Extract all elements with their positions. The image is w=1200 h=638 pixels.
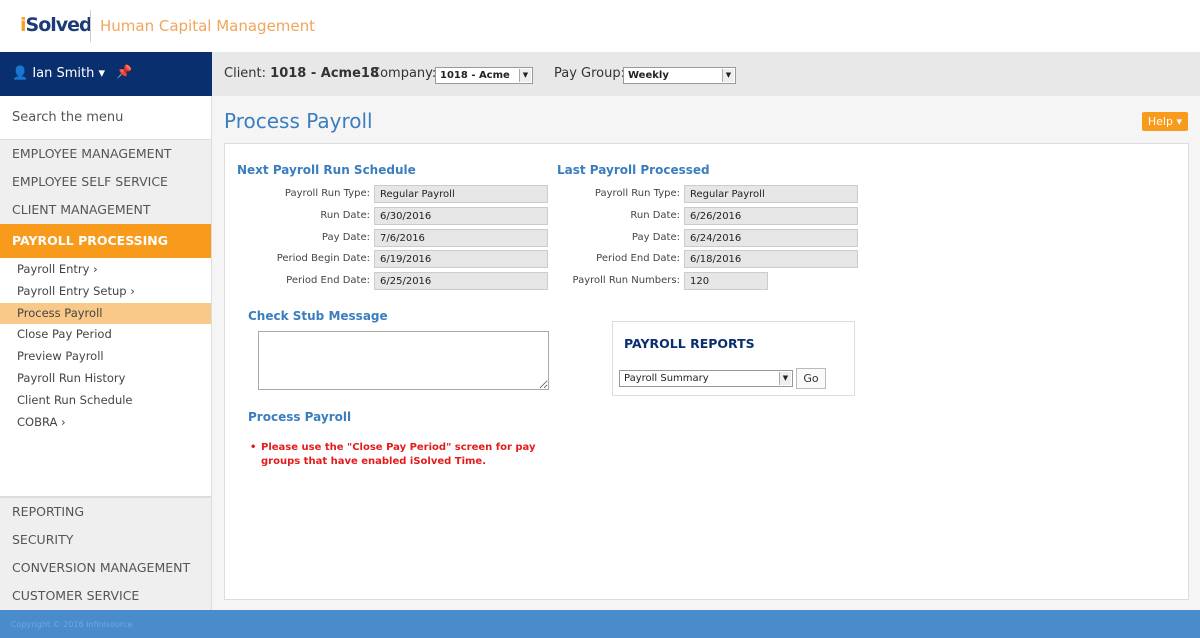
- bullet-icon: •: [250, 442, 257, 453]
- field-label: Payroll Run Numbers:: [572, 275, 680, 286]
- field-value: 120: [684, 272, 768, 290]
- sidebar-subitem[interactable]: Close Pay Period: [0, 324, 211, 346]
- footer-copyright: Copyright © 2016 Infinisource: [0, 610, 1200, 638]
- sidebar-bottom-items: REPORTING SECURITY CONVERSION MANAGEMENT CU…: [0, 496, 211, 610]
- dropdown-arrow-icon: ▼: [519, 69, 531, 82]
- warning-message: • Please use the "Close Pay Period" scree…: [250, 441, 551, 469]
- sidebar-subitem[interactable]: Payroll Run History: [0, 368, 211, 390]
- content-panel: Next Payroll Run Schedule Last Payroll P…: [224, 143, 1189, 600]
- field-value: 6/24/2016: [684, 229, 858, 247]
- check-stub-heading: Check Stub Message: [248, 309, 388, 323]
- sidebar: Search the menu EMPLOYEE MANAGEMENT EMPLO…: [0, 96, 212, 610]
- field-row: Period End Date: 6/18/2016: [225, 250, 925, 268]
- company-value: 1018 - Acme: [440, 70, 510, 81]
- field-label: Period End Date:: [596, 253, 680, 264]
- sidebar-subitem[interactable]: Client Run Schedule: [0, 390, 211, 412]
- page-title: Process Payroll: [224, 109, 373, 133]
- dropdown-arrow-icon: ▼: [722, 69, 734, 82]
- user-bar: 👤 Ian Smith ▾ 📌: [0, 52, 212, 96]
- company-select[interactable]: 1018 - Acme ▼: [435, 67, 533, 84]
- divider: [90, 10, 91, 42]
- paygroup-select[interactable]: Weekly ▼: [623, 67, 736, 84]
- paygroup-label: Pay Group:: [554, 66, 626, 81]
- warning-text: Please use the "Close Pay Period" screen…: [261, 442, 536, 467]
- user-menu[interactable]: 👤 Ian Smith ▾: [12, 66, 105, 81]
- menu-search-input[interactable]: Search the menu: [0, 96, 211, 140]
- tagline: Human Capital Management: [100, 17, 316, 35]
- field-label: Run Date:: [630, 210, 680, 221]
- sidebar-item[interactable]: CUSTOMER SERVICE: [0, 582, 211, 610]
- sidebar-item[interactable]: CONVERSION MANAGEMENT: [0, 554, 211, 582]
- sidebar-subitem[interactable]: Preview Payroll: [0, 346, 211, 368]
- field-row: Payroll Run Numbers: 120: [225, 272, 925, 290]
- field-value: 6/18/2016: [684, 250, 858, 268]
- last-run-heading: Last Payroll Processed: [557, 163, 710, 177]
- process-payroll-heading: Process Payroll: [248, 410, 352, 424]
- field-row: Run Date: 6/26/2016: [225, 207, 925, 225]
- dropdown-arrow-icon: ▼: [779, 372, 791, 385]
- app-header: iSolved Human Capital Management: [0, 0, 1200, 52]
- user-icon: 👤: [12, 66, 29, 81]
- caret-down-icon: ▾: [98, 66, 106, 81]
- client-label: Client:: [224, 66, 267, 81]
- sidebar-item[interactable]: REPORTING: [0, 498, 211, 526]
- field-value: 6/26/2016: [684, 207, 858, 225]
- report-selected: Payroll Summary: [624, 373, 709, 384]
- paygroup-value: Weekly: [628, 70, 669, 81]
- check-stub-message-input[interactable]: [258, 331, 549, 390]
- sidebar-subitem[interactable]: Process Payroll: [0, 302, 211, 325]
- pin-icon[interactable]: 📌: [116, 65, 132, 80]
- go-button[interactable]: Go: [796, 368, 826, 389]
- field-label: Pay Date:: [631, 232, 680, 243]
- sidebar-item[interactable]: EMPLOYEE MANAGEMENT: [0, 140, 211, 168]
- field-label: Payroll Run Type:: [594, 188, 680, 199]
- field-row: Payroll Run Type: Regular Payroll: [225, 185, 925, 203]
- isolved-logo[interactable]: iSolved: [20, 14, 93, 36]
- field-value: Regular Payroll: [684, 185, 858, 203]
- report-select[interactable]: Payroll Summary ▼: [619, 370, 793, 387]
- payroll-reports-box: PAYROLL REPORTS Payroll Summary ▼ Go: [612, 321, 855, 396]
- context-bar: Client: 1018 - Acme18 Company: 1018 - Ac…: [212, 52, 1200, 96]
- client-value: 1018 - Acme18: [270, 66, 380, 81]
- help-button[interactable]: Help ▾: [1141, 112, 1188, 131]
- reports-heading: PAYROLL REPORTS: [624, 336, 755, 351]
- sidebar-subitem[interactable]: COBRA ›: [0, 412, 211, 434]
- user-name: Ian Smith: [32, 66, 95, 81]
- sidebar-item[interactable]: SECURITY: [0, 526, 211, 554]
- next-run-heading: Next Payroll Run Schedule: [237, 163, 416, 177]
- company-label: Company:: [371, 66, 437, 81]
- field-row: Pay Date: 6/24/2016: [225, 229, 925, 247]
- main-content: Process Payroll Help ▾ Next Payroll Run …: [212, 96, 1200, 610]
